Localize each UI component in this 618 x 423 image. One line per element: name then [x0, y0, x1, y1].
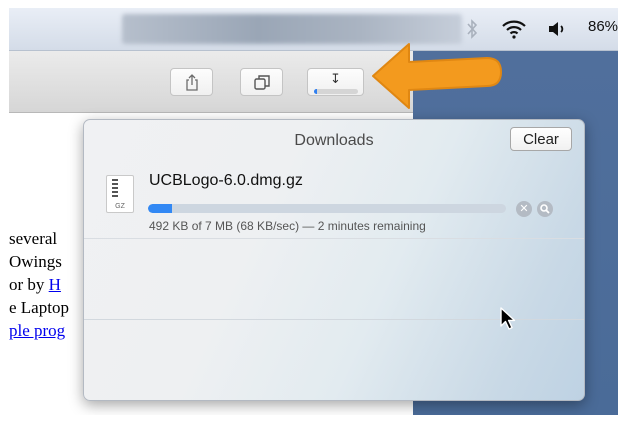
file-type-label: GZ: [115, 203, 125, 210]
page-text: or by: [9, 275, 49, 294]
page-content: several Owings or by H e Laptop ple prog: [9, 227, 69, 342]
battery-percentage[interactable]: 86%: [588, 18, 618, 35]
share-button[interactable]: [170, 68, 213, 96]
toolbar-download-progress-fill: [313, 89, 317, 94]
download-arrow-icon: ↧: [330, 71, 341, 86]
screen: 86% ↧ several Owings or by H e Laptop pl…: [9, 8, 618, 415]
bluetooth-icon[interactable]: [465, 18, 479, 40]
stop-download-icon[interactable]: ✕: [516, 201, 532, 217]
toolbar-download-progress: [313, 89, 358, 94]
volume-icon[interactable]: [546, 18, 568, 40]
reveal-in-finder-icon[interactable]: [537, 201, 553, 217]
downloads-popover: Downloads Clear GZ UCBLogo-6.0.dmg.gz 49…: [83, 119, 585, 401]
page-text-line: or by H: [9, 273, 69, 296]
gz-file-icon: GZ: [106, 175, 134, 213]
download-progress-bar: [148, 204, 506, 213]
download-status: 492 KB of 7 MB (68 KB/sec) — 2 minutes r…: [149, 219, 426, 233]
page-link[interactable]: ple prog: [9, 321, 65, 340]
page-text-line: Owings: [9, 252, 62, 271]
browser-toolbar: ↧: [9, 51, 413, 113]
downloads-title: Downloads: [294, 132, 374, 149]
download-item[interactable]: GZ UCBLogo-6.0.dmg.gz 492 KB of 7 MB (68…: [84, 160, 584, 239]
orange-arrow-icon: [372, 43, 502, 109]
page-text-line: several: [9, 229, 58, 248]
wifi-icon[interactable]: [501, 18, 527, 40]
screenshot-frame: 86% ↧ several Owings or by H e Laptop pl…: [0, 0, 618, 423]
share-icon: [185, 74, 198, 91]
clear-button[interactable]: Clear: [510, 127, 572, 151]
download-file-name: UCBLogo-6.0.dmg.gz: [149, 172, 303, 189]
page-link[interactable]: H: [49, 275, 61, 294]
mouse-cursor-icon: [500, 307, 516, 330]
tab-overview-button[interactable]: [240, 68, 283, 96]
download-progress-fill: [148, 204, 173, 213]
page-text-line: ple prog: [9, 319, 69, 342]
menu-bar: 86%: [9, 8, 618, 51]
tabs-icon: [253, 75, 270, 90]
downloads-button[interactable]: ↧: [307, 68, 364, 96]
zipper-icon: [112, 179, 118, 197]
page-text-line: e Laptop: [9, 298, 69, 317]
